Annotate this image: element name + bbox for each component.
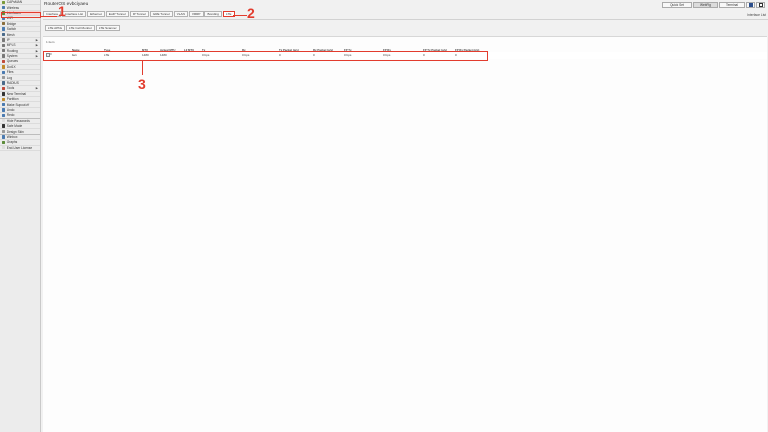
window-button[interactable] bbox=[756, 2, 765, 8]
terminal-icon bbox=[2, 92, 6, 96]
wireless-icon bbox=[2, 5, 6, 10]
save-icon bbox=[748, 3, 753, 7]
sidebar-item-label: Dot1X bbox=[6, 64, 16, 69]
toolbar: LTE APNs LTE Cell Monitor LTE Scanner bbox=[43, 19, 768, 33]
sidebar-item-label: Switch bbox=[6, 27, 17, 32]
top-button-group: Quick Set WebFig Terminal bbox=[662, 2, 765, 8]
submenu-arrow-icon: ▶ bbox=[35, 86, 38, 91]
sidebar-item-label: Graphs bbox=[6, 140, 18, 145]
sidebar-item-label: RADIUS bbox=[6, 81, 19, 86]
quick-set-button[interactable]: Quick Set bbox=[662, 2, 692, 8]
lte-apns-button[interactable]: LTE APNs bbox=[45, 25, 66, 31]
sidebar-item-label: Queues bbox=[6, 59, 18, 64]
table-panel: 1 item Name Type MTU Actual MTU L2 MTU Tx Rx Tx… bbox=[43, 36, 767, 432]
sidebar-item-label: Files bbox=[6, 70, 14, 75]
dot1x-icon bbox=[2, 65, 6, 69]
sidebar-item-label: Safe Mode bbox=[6, 124, 23, 129]
system-icon bbox=[2, 54, 6, 58]
save-button[interactable] bbox=[746, 2, 755, 8]
graphs-icon bbox=[2, 140, 6, 145]
annotation-arrow-3 bbox=[142, 61, 144, 75]
sidebar-item-label: Design Skin bbox=[6, 129, 24, 134]
annotation-number-1: 1 bbox=[58, 3, 66, 19]
sidebar-item-label: End-User License bbox=[6, 145, 33, 150]
sidebar-item-end-user-license[interactable]: End-User License bbox=[0, 146, 40, 151]
lte-cell-monitor-button[interactable]: LTE Cell Monitor bbox=[66, 25, 95, 31]
undo-icon bbox=[2, 108, 6, 112]
window-icon bbox=[758, 3, 763, 7]
row-highlight-box bbox=[43, 50, 488, 61]
sidebar-item-label: CAPsMAN bbox=[6, 0, 23, 5]
annotation-number-2: 2 bbox=[247, 5, 255, 21]
toolbar-buttons: LTE APNs LTE Cell Monitor LTE Scanner bbox=[45, 25, 120, 31]
submenu-arrow-icon: ▶ bbox=[35, 54, 38, 59]
window-title: RouterOS evbciyaeu bbox=[44, 2, 89, 7]
design-skin-icon bbox=[2, 129, 6, 134]
sidebar-item-label: Mesh bbox=[6, 32, 15, 37]
view-label: Interface List bbox=[747, 13, 766, 17]
winbox-icon bbox=[2, 135, 6, 139]
annotation-arrow-1 bbox=[41, 15, 57, 17]
terminal-button[interactable]: Terminal bbox=[719, 2, 745, 8]
sidebar-item-label: System bbox=[6, 54, 18, 59]
submenu-arrow-icon: ▶ bbox=[35, 48, 38, 53]
sidebar-item-label: Wireless bbox=[6, 5, 20, 10]
capsman-icon bbox=[2, 0, 6, 4]
supout-icon bbox=[2, 102, 6, 107]
sidebar-item-label: New Terminal bbox=[6, 91, 27, 96]
sidebar-item-label: Redo bbox=[6, 113, 15, 118]
webfig-button[interactable]: WebFig bbox=[693, 2, 718, 8]
item-count: 1 item bbox=[46, 40, 55, 44]
queues-icon bbox=[2, 59, 6, 64]
tab-vrrp[interactable]: VRRP bbox=[188, 11, 204, 17]
lte-scanner-button[interactable]: LTE Scanner bbox=[95, 25, 120, 31]
routing-icon bbox=[2, 49, 6, 53]
redo-icon bbox=[2, 113, 6, 118]
log-icon bbox=[2, 75, 6, 80]
tab-bonding[interactable]: Bonding bbox=[204, 11, 223, 17]
sidebar-item-label: Log bbox=[6, 75, 13, 80]
tab-ethernet[interactable]: Ethernet bbox=[86, 11, 105, 17]
tab-eoip-tunnel[interactable]: EoIP Tunnel bbox=[105, 11, 129, 17]
sidebar-item-label: MPLS bbox=[6, 43, 16, 48]
license-icon bbox=[2, 146, 6, 150]
sidebar-item-label: Routing bbox=[6, 48, 18, 53]
main-area: RouterOS evbciyaeu Quick Set WebFig Term… bbox=[41, 0, 768, 432]
hide-passwords-icon bbox=[2, 119, 6, 123]
sidebar-item-label: Hide Passwords bbox=[6, 118, 30, 123]
sidebar-item-label: Partition bbox=[6, 97, 19, 102]
mesh-icon bbox=[2, 32, 6, 37]
sidebar-item-label: IP bbox=[6, 37, 10, 42]
mpls-icon bbox=[2, 43, 6, 48]
submenu-arrow-icon: ▶ bbox=[35, 43, 38, 48]
sidebar-item-label: Winbox bbox=[6, 134, 18, 139]
sidebar: CAPsMAN Wireless Interfaces WiFi Bridge Switc… bbox=[0, 0, 41, 432]
submenu-arrow-icon: ▶ bbox=[35, 37, 38, 42]
switch-icon bbox=[2, 27, 6, 31]
files-icon bbox=[2, 70, 6, 74]
sidebar-item-label: Undo bbox=[6, 108, 15, 112]
radius-icon bbox=[2, 81, 6, 85]
annotation-number-3: 3 bbox=[138, 76, 146, 92]
tab-vlan[interactable]: VLAN bbox=[173, 11, 188, 17]
sidebar-item-label: Make Supout.rif bbox=[6, 102, 30, 107]
tab-ip-tunnel[interactable]: IP Tunnel bbox=[129, 11, 149, 17]
sidebar-item-label: Bridge bbox=[6, 21, 16, 26]
bridge-icon bbox=[2, 22, 6, 26]
tab-bar: Interface Interface List Ethernet EoIP Tunn… bbox=[43, 11, 235, 17]
annotation-box-1 bbox=[1, 11, 41, 18]
safe-mode-icon bbox=[2, 124, 6, 128]
annotation-arrow-2 bbox=[233, 14, 247, 16]
tools-icon bbox=[2, 86, 6, 91]
sidebar-item-label: Tools bbox=[6, 86, 15, 91]
partition-icon bbox=[2, 97, 6, 101]
tab-gre-tunnel[interactable]: GRE Tunnel bbox=[149, 11, 173, 17]
ip-icon bbox=[2, 38, 6, 42]
